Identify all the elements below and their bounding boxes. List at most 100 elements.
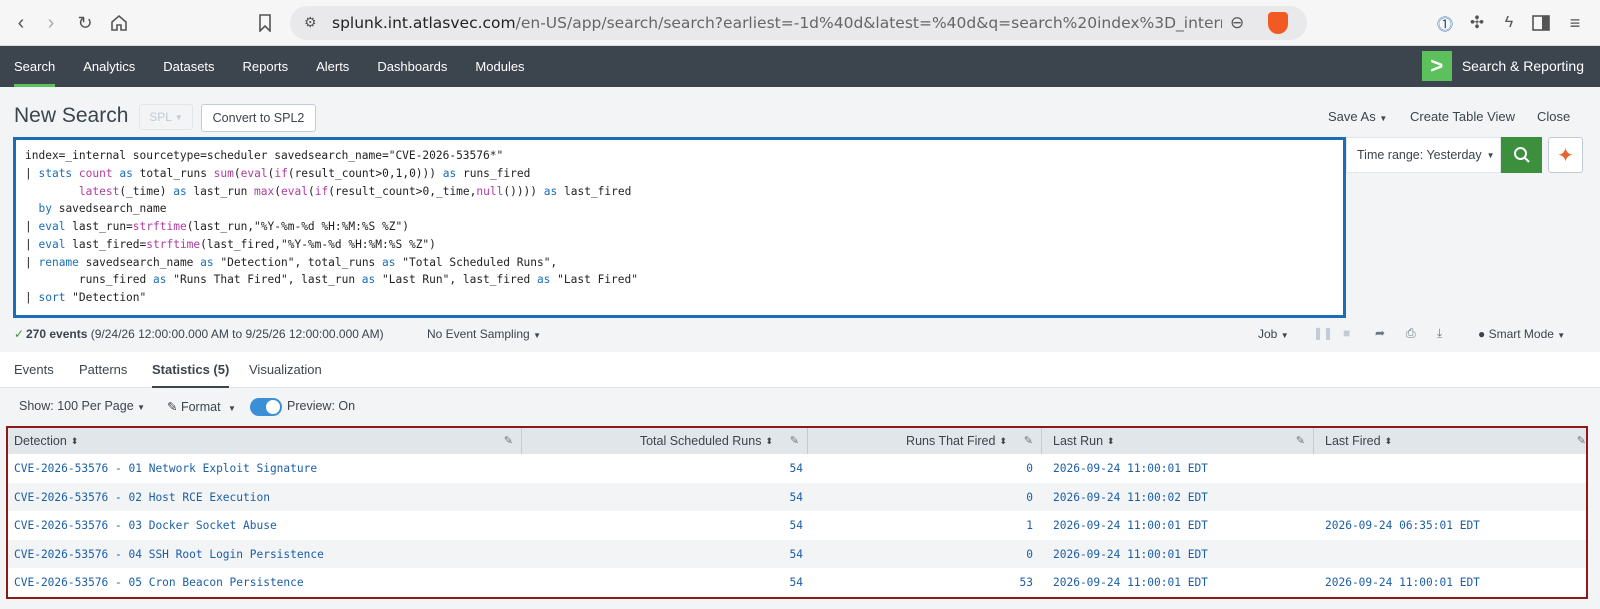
brave-shield-icon[interactable]: [1268, 12, 1288, 34]
close-link[interactable]: Close: [1537, 109, 1570, 124]
search-query-editor[interactable]: index=_internal sourcetype=scheduler sav…: [13, 137, 1346, 318]
home-icon[interactable]: [104, 8, 134, 38]
cell-last-run[interactable]: 2026-09-24 11:00:01 EDT: [1053, 576, 1208, 589]
preview-toggle[interactable]: [250, 398, 282, 416]
zoom-icon[interactable]: ⊖: [1230, 13, 1244, 33]
leo-ai-icon[interactable]: ϟ: [1494, 8, 1524, 38]
nav-dashboards[interactable]: Dashboards: [363, 46, 461, 87]
search-button[interactable]: [1501, 137, 1542, 173]
column-header-detection[interactable]: Detection ⬍ ✎: [8, 428, 522, 454]
url-path: /en-US/app/search/search?earliest=-1d%40…: [515, 14, 1222, 32]
sort-icon[interactable]: ⬍: [999, 436, 1007, 447]
sort-icon[interactable]: ⬍: [1107, 436, 1115, 447]
address-bar[interactable]: ⚙ splunk.int.atlasvec.com/en-US/app/sear…: [290, 6, 1307, 40]
column-header-last-fired[interactable]: Last Fired ⬍ ✎: [1314, 428, 1586, 454]
edit-column-icon[interactable]: ✎: [1024, 434, 1033, 447]
query-line: | rename savedsearch_name as "Detection"…: [25, 256, 558, 269]
nav-datasets[interactable]: Datasets: [149, 46, 228, 87]
cell-total-runs[interactable]: 54: [708, 576, 803, 589]
create-table-view-link[interactable]: Create Table View: [1410, 109, 1515, 124]
cell-detection[interactable]: CVE-2026-53576 - 03 Docker Socket Abuse: [14, 519, 277, 532]
save-as-menu[interactable]: Save As ▼: [1328, 109, 1387, 124]
cell-detection[interactable]: CVE-2026-53576 - 04 SSH Root Login Persi…: [14, 548, 324, 561]
chevron-down-icon: ▼: [228, 404, 236, 413]
success-check-icon: ✓: [14, 327, 25, 341]
print-icon[interactable]: ⎙: [1406, 326, 1416, 341]
nav-reports[interactable]: Reports: [229, 46, 303, 87]
events-range: (9/24/26 12:00:00.000 AM to 9/25/26 12:0…: [90, 327, 384, 341]
cell-last-fired[interactable]: 2026-09-24 06:35:01 EDT: [1325, 519, 1480, 532]
cell-total-runs[interactable]: 54: [708, 491, 803, 504]
column-label: Detection: [14, 434, 67, 448]
column-header-total-runs[interactable]: Total Scheduled Runs ⬍ ✎: [522, 428, 808, 454]
event-sampling-menu[interactable]: No Event Sampling ▼: [427, 327, 541, 341]
table-row: CVE-2026-53576 - 01 Network Exploit Sign…: [8, 454, 1586, 483]
ai-assistant-button[interactable]: ✦: [1548, 137, 1583, 173]
tab-statistics[interactable]: Statistics (5): [152, 362, 230, 389]
chevron-down-icon: ▼: [1486, 150, 1495, 160]
chevron-down-icon: ▼: [1379, 114, 1388, 123]
cell-detection[interactable]: CVE-2026-53576 - 01 Network Exploit Sign…: [14, 462, 317, 475]
table-row: CVE-2026-53576 - 02 Host RCE Execution 5…: [8, 482, 1586, 511]
table-row: CVE-2026-53576 - 04 SSH Root Login Persi…: [8, 539, 1586, 568]
sort-icon[interactable]: ⬍: [71, 436, 79, 447]
extensions-icon[interactable]: ✣: [1462, 8, 1492, 38]
url-text: splunk.int.atlasvec.com/en-US/app/search…: [332, 14, 1222, 32]
cell-total-runs[interactable]: 54: [708, 519, 803, 532]
table-row: CVE-2026-53576 - 05 Cron Beacon Persiste…: [8, 568, 1586, 597]
cell-runs-fired[interactable]: 0: [938, 462, 1033, 475]
pause-icon[interactable]: ❚❚: [1313, 326, 1333, 340]
search-mode-menu[interactable]: ● Smart Mode ▼: [1478, 327, 1565, 341]
cell-runs-fired[interactable]: 1: [938, 519, 1033, 532]
reload-icon[interactable]: ↻: [70, 8, 100, 38]
share-icon[interactable]: ➦: [1375, 326, 1385, 340]
nav-modules[interactable]: Modules: [461, 46, 538, 87]
sidebar-icon[interactable]: [1526, 8, 1556, 38]
back-icon[interactable]: ‹: [6, 8, 36, 38]
cell-total-runs[interactable]: 54: [708, 462, 803, 475]
bookmark-icon[interactable]: [250, 8, 280, 38]
format-menu[interactable]: ✎ Format ▼: [167, 399, 236, 414]
page-size-menu[interactable]: Show: 100 Per Page ▼: [19, 399, 145, 413]
cell-last-fired[interactable]: 2026-09-24 11:00:01 EDT: [1325, 576, 1480, 589]
spl-select[interactable]: SPL ▼: [139, 104, 193, 130]
tab-patterns[interactable]: Patterns: [79, 362, 127, 386]
menu-icon[interactable]: ≡: [1560, 8, 1590, 38]
cell-runs-fired[interactable]: 0: [938, 491, 1033, 504]
url-host: splunk.int.atlasvec.com: [332, 14, 516, 32]
convert-to-spl2-button[interactable]: Convert to SPL2: [201, 104, 316, 132]
table-controls: Show: 100 Per Page ▼ ✎ Format ▼ Preview:…: [0, 388, 1600, 424]
nav-analytics[interactable]: Analytics: [69, 46, 149, 87]
export-icon[interactable]: ⤓: [1437, 326, 1442, 341]
cell-detection[interactable]: CVE-2026-53576 - 02 Host RCE Execution: [14, 491, 270, 504]
cell-runs-fired[interactable]: 0: [938, 548, 1033, 561]
nav-search[interactable]: Search: [0, 46, 69, 87]
cell-last-run[interactable]: 2026-09-24 11:00:01 EDT: [1053, 548, 1208, 561]
column-header-runs-fired[interactable]: Runs That Fired ⬍ ✎: [808, 428, 1042, 454]
time-range-picker[interactable]: Time range: Yesterday ▼: [1346, 137, 1501, 173]
site-settings-icon[interactable]: ⚙: [304, 14, 317, 31]
forward-icon[interactable]: ›: [36, 8, 66, 38]
cell-last-run[interactable]: 2026-09-24 11:00:02 EDT: [1053, 491, 1208, 504]
cell-runs-fired[interactable]: 53: [938, 576, 1033, 589]
edit-column-icon[interactable]: ✎: [504, 434, 513, 447]
edit-column-icon[interactable]: ✎: [1577, 434, 1586, 447]
cell-total-runs[interactable]: 54: [708, 548, 803, 561]
app-brand[interactable]: > Search & Reporting: [1421, 51, 1584, 81]
column-label: Runs That Fired: [906, 434, 996, 448]
cell-last-run[interactable]: 2026-09-24 11:00:01 EDT: [1053, 519, 1208, 532]
nav-alerts[interactable]: Alerts: [302, 46, 363, 87]
edit-column-icon[interactable]: ✎: [1296, 434, 1305, 447]
sort-icon[interactable]: ⬍: [1385, 436, 1393, 447]
sort-icon[interactable]: ⬍: [765, 436, 773, 447]
job-menu[interactable]: Job ▼: [1258, 327, 1289, 341]
tab-visualization[interactable]: Visualization: [249, 362, 322, 386]
cell-detection[interactable]: CVE-2026-53576 - 05 Cron Beacon Persiste…: [14, 576, 304, 589]
stop-icon[interactable]: ■: [1343, 326, 1350, 340]
edit-column-icon[interactable]: ✎: [790, 434, 799, 447]
chevron-down-icon: ▼: [137, 403, 146, 412]
cell-last-run[interactable]: 2026-09-24 11:00:01 EDT: [1053, 462, 1208, 475]
tab-events[interactable]: Events: [14, 362, 54, 386]
password-manager-icon[interactable]: ⓵: [1430, 8, 1460, 38]
column-header-last-run[interactable]: Last Run ⬍ ✎: [1042, 428, 1314, 454]
